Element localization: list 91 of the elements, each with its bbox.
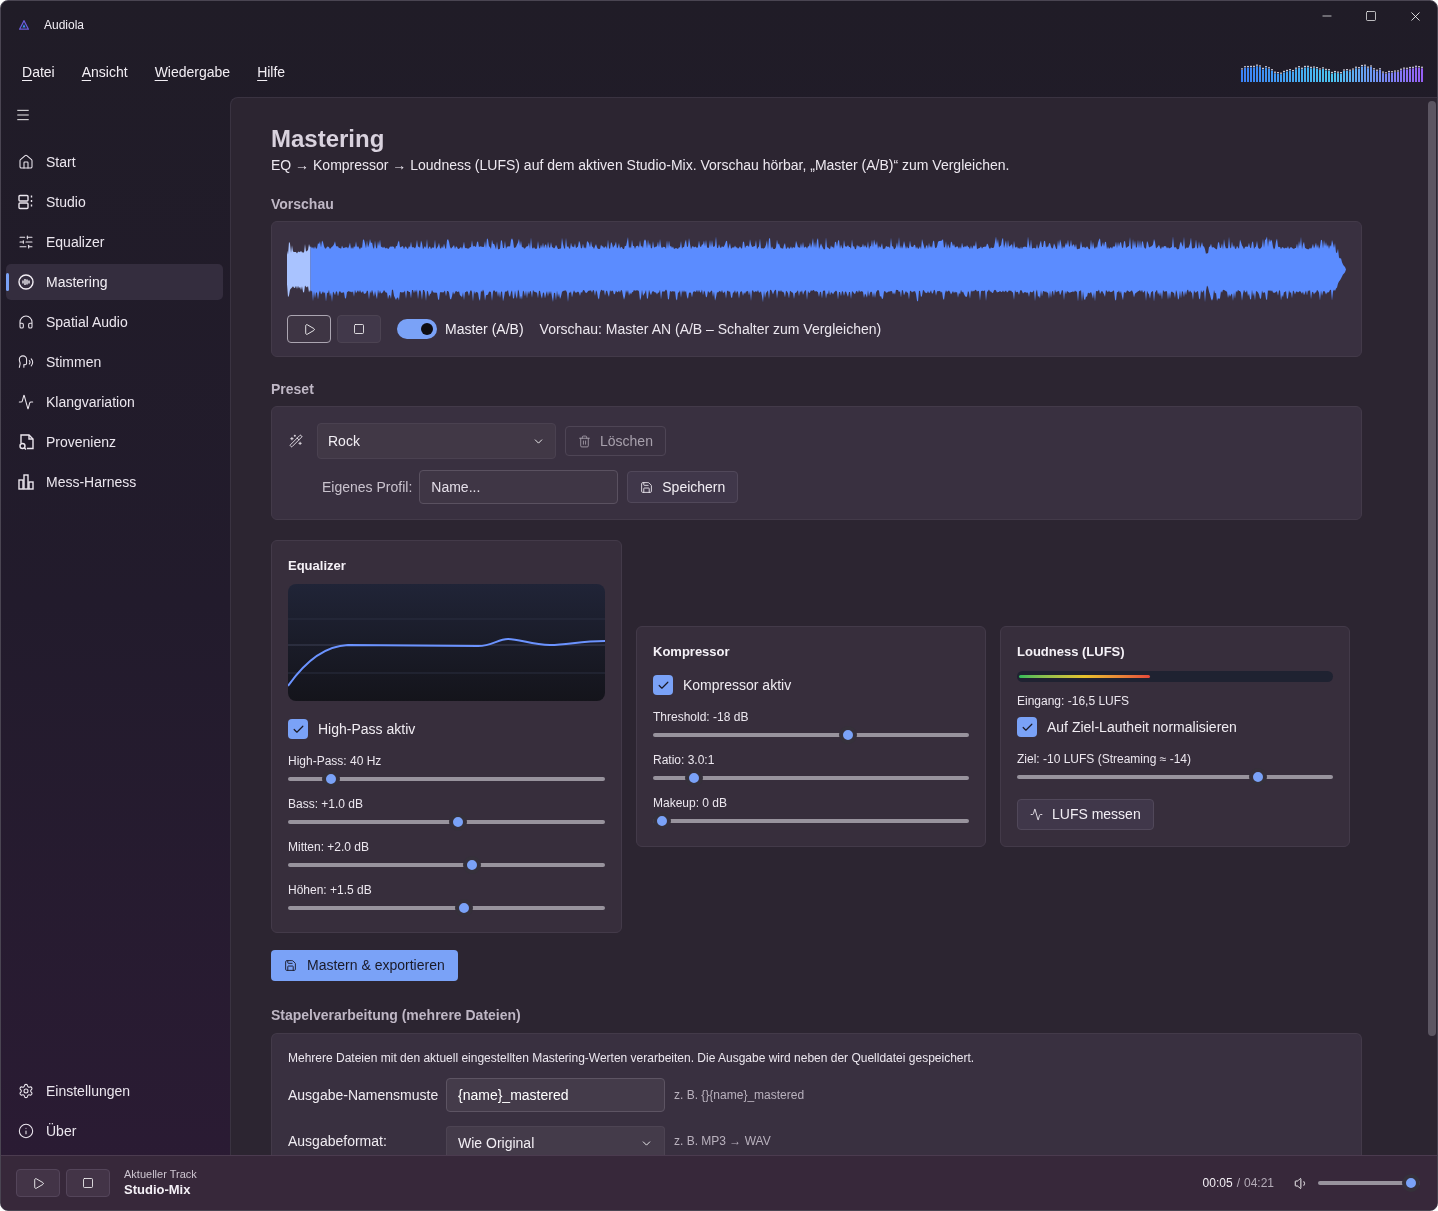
- nav-item[interactable]: Über: [6, 1113, 223, 1149]
- stop-button[interactable]: [337, 315, 381, 343]
- slider-label: Mitten: +2.0 dB: [288, 839, 371, 855]
- elapsed-time: 00:05: [1202, 1175, 1233, 1192]
- info-icon: [18, 1123, 34, 1139]
- nav-item[interactable]: Equalizer: [6, 224, 223, 260]
- field-hint: z. B. {}{name}_mastered: [674, 1087, 805, 1104]
- field-hint: z. B. MP3 → WAV: [674, 1133, 771, 1150]
- card-title: Equalizer: [288, 557, 347, 575]
- save-icon: [640, 480, 654, 494]
- menu-item[interactable]: Datei: [22, 62, 55, 83]
- page-title: Mastering: [271, 124, 386, 154]
- field-label: Ausgabe-Namensmuste: [288, 1085, 440, 1105]
- window-title: Audiola: [44, 16, 85, 34]
- menu-item[interactable]: Wiedergabe: [154, 62, 231, 83]
- audio-circle-icon: [18, 274, 34, 290]
- volume-slider[interactable]: [1318, 1173, 1420, 1193]
- checkbox-label: Kompressor aktiv: [683, 675, 792, 695]
- bar-chart-icon: [18, 474, 34, 490]
- document-search-icon: [18, 434, 34, 450]
- headphones-icon: [18, 314, 34, 330]
- magic-wand-icon: [289, 434, 303, 448]
- save-icon: [284, 959, 297, 972]
- menu-icon: [15, 107, 31, 123]
- page-description: EQ → Kompressor → Loudness (LUFS) auf dem aktiven Studio-Mix. Vorschau hörbar, „Master (A/B)“ zum Vergleichen.: [271, 156, 1011, 175]
- speaking-person-icon: [18, 354, 34, 370]
- nav-item[interactable]: Einstellungen: [6, 1073, 223, 1109]
- track-caption: Aktueller Track: [124, 1167, 197, 1181]
- input-loudness-reading: Eingang: -16,5 LUFS: [1017, 693, 1131, 709]
- batch-description: Mehrere Dateien mit den aktuell eingestellten Mastering-Werten verarbeiten. Die Ausgabe wird neben der Quelldatei gespeichert.: [288, 1050, 976, 1066]
- waveform[interactable]: [287, 236, 1346, 303]
- menu-item[interactable]: Ansicht: [81, 62, 128, 83]
- slider-label: Makeup: 0 dB: [653, 795, 729, 811]
- track-title: Studio-Mix: [124, 1181, 192, 1199]
- measure-lufs-button[interactable]: LUFS messen: [1017, 799, 1154, 830]
- format-dropdown[interactable]: Wie Original: [446, 1126, 665, 1155]
- master-ab-toggle[interactable]: [397, 319, 437, 339]
- stop-icon: [82, 1177, 94, 1189]
- stacked-panels-icon: [18, 194, 34, 210]
- nav-item[interactable]: Stimmen: [6, 344, 223, 380]
- high-pass-checkbox[interactable]: [288, 719, 308, 739]
- home-icon: [18, 154, 34, 170]
- save-button[interactable]: Speichern: [627, 471, 739, 503]
- nav-item[interactable]: Klangvariation: [6, 384, 223, 420]
- normalize-checkbox[interactable]: [1017, 717, 1037, 737]
- slider-label: Ziel: -10 LUFS (Streaming ≈ -14): [1017, 751, 1192, 767]
- toggle-label: Master (A/B): [445, 319, 524, 339]
- master-export-button[interactable]: Mastern & exportieren: [271, 950, 458, 981]
- checkbox-label: High-Pass aktiv: [318, 719, 416, 739]
- nav-item[interactable]: Spatial Audio: [6, 304, 223, 340]
- nav-item[interactable]: Mastering: [6, 264, 223, 300]
- field-label: Ausgabeformat:: [288, 1131, 388, 1151]
- compressor-checkbox[interactable]: [653, 675, 673, 695]
- scrollbar-thumb[interactable]: [1428, 101, 1436, 1036]
- slider-thumb[interactable]: [1402, 1174, 1420, 1192]
- slider-label: Höhen: +1.5 dB: [288, 882, 373, 898]
- maximize-icon: [1365, 10, 1377, 22]
- trash-icon: [578, 434, 591, 448]
- section-heading: Vorschau: [271, 195, 335, 214]
- nav-item[interactable]: Start: [6, 144, 223, 180]
- pulse-icon: [18, 394, 34, 410]
- checkbox-label: Auf Ziel-Lautheit normalisieren: [1047, 717, 1237, 737]
- pulse-icon: [1030, 808, 1043, 821]
- slider-label: Threshold: -18 dB: [653, 709, 750, 725]
- nav-item[interactable]: Studio: [6, 184, 223, 220]
- preset-dropdown[interactable]: Rock: [317, 423, 556, 459]
- nav-item[interactable]: Mess-Harness: [6, 464, 223, 500]
- card-title: Kompressor: [653, 643, 731, 661]
- name-pattern-field[interactable]: {name}_mastered: [446, 1078, 665, 1112]
- settings-icon: [18, 1083, 34, 1099]
- menu-item[interactable]: Hilfe: [257, 62, 286, 83]
- stop-button[interactable]: [66, 1169, 110, 1197]
- play-button[interactable]: [16, 1169, 60, 1197]
- slider-label: Ratio: 3.0:1: [653, 752, 716, 768]
- play-icon: [31, 1176, 45, 1190]
- play-icon: [302, 322, 316, 336]
- slider-label: High-Pass: 40 Hz: [288, 753, 383, 769]
- slider-label: Bass: +1.0 dB: [288, 796, 365, 812]
- sliders-icon: [18, 234, 34, 250]
- card-title: Loudness (LUFS): [1017, 643, 1126, 661]
- total-time: 04:21: [1243, 1175, 1274, 1192]
- time-separator: /: [1236, 1175, 1240, 1192]
- stop-icon: [353, 323, 365, 335]
- preview-status: Vorschau: Master AN (A/B – Schalter zum Vergleichen): [539, 319, 882, 339]
- app-logo-icon: [19, 19, 29, 30]
- section-heading: Preset: [271, 380, 315, 399]
- nav-item[interactable]: Provenienz: [6, 424, 223, 460]
- field-label: Eigenes Profil:: [322, 477, 413, 497]
- play-button[interactable]: [287, 315, 331, 343]
- section-heading: Stapelverarbeitung (mehrere Dateien): [271, 1006, 522, 1025]
- profile-name-field[interactable]: Name...: [419, 470, 619, 504]
